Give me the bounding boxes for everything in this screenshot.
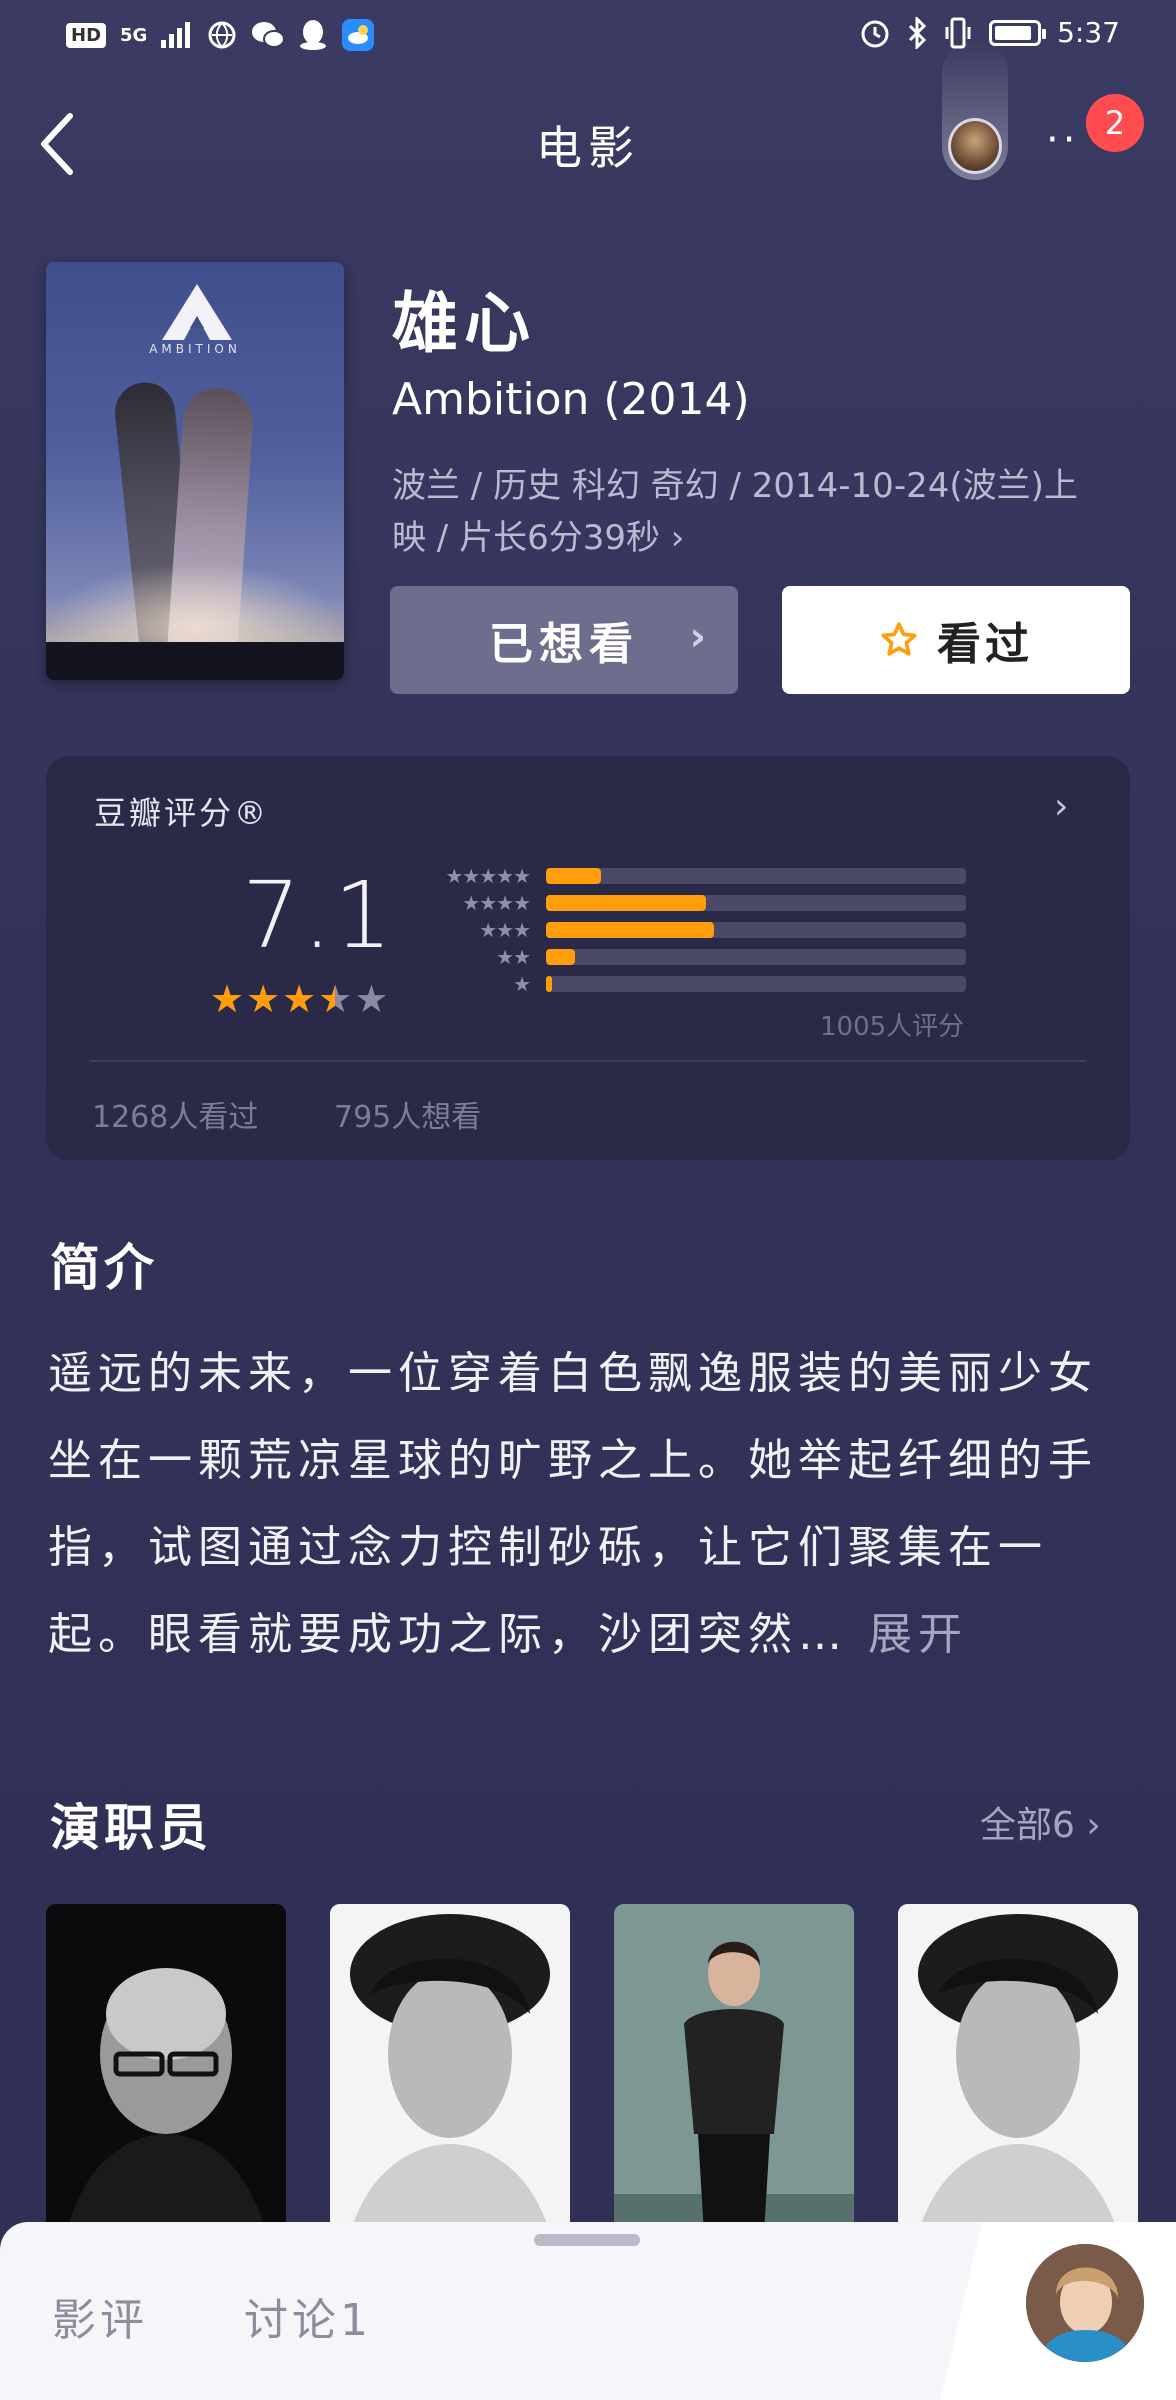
- ratings-count: 1005人评分: [820, 1012, 965, 1042]
- star-outline-icon: [881, 622, 917, 656]
- star-icon: ★: [354, 977, 389, 1021]
- movie-title-cn: 雄心: [392, 285, 536, 362]
- distribution-stars: ★: [513, 972, 531, 996]
- distribution-bar: [546, 949, 966, 965]
- star-icon: ★★: [282, 977, 317, 1021]
- notification-badge[interactable]: 2: [1086, 94, 1144, 152]
- person-portrait: [614, 1904, 854, 2234]
- hd-indicator: HD: [66, 22, 107, 48]
- tab-reviews[interactable]: 影评: [52, 2284, 148, 2348]
- distribution-stars: ★★: [496, 945, 531, 969]
- distribution-bar-fill: [546, 976, 553, 992]
- chevron-right-icon: ›: [689, 614, 712, 660]
- drag-handle[interactable]: [534, 2234, 640, 2246]
- status-left: HD 5G: [66, 18, 375, 52]
- seen-count[interactable]: 1268人看过: [92, 1092, 258, 1136]
- intro-text[interactable]: 遥远的未来，一位穿着白色飘逸服装的美丽少女坐在一颗荒凉星球的旷野之上。她举起纤细…: [48, 1330, 1124, 1678]
- distribution-stars: ★★★: [479, 918, 531, 942]
- poster-footer: [46, 642, 344, 680]
- person-portrait: [330, 1904, 570, 2234]
- person-portrait: [898, 1904, 1138, 2234]
- signal-icon: [161, 22, 191, 48]
- person-portrait: [1026, 2244, 1144, 2362]
- globe-icon: [208, 21, 236, 49]
- rating-stars: ★★★★★★★★★: [210, 980, 388, 1018]
- cast-photo[interactable]: [898, 1904, 1138, 2234]
- movie-title-en: Ambition (2014): [392, 374, 750, 425]
- cast-all-link[interactable]: 全部6 ›: [980, 1796, 1101, 1848]
- expand-link[interactable]: 展开: [868, 1609, 968, 1660]
- meta-line: 映 / 片长6分39秒 ›: [392, 518, 685, 558]
- clock: 5:37: [1057, 16, 1120, 49]
- seen-button-label: 看过: [937, 619, 1033, 670]
- cast-photo[interactable]: [614, 1904, 854, 2234]
- bluetooth-icon: [909, 16, 927, 49]
- poster-dust: [46, 562, 344, 642]
- distribution-stars: ★★★★★: [445, 864, 531, 888]
- tab-discussion[interactable]: 讨论1: [244, 2284, 372, 2348]
- movie-poster[interactable]: AMBITION: [46, 262, 344, 680]
- battery-icon: [989, 19, 1047, 46]
- distribution-bar: [546, 895, 966, 911]
- person-portrait: [46, 1904, 286, 2234]
- rating-score: 7.1: [242, 862, 395, 969]
- distribution-bar: [546, 922, 966, 938]
- distribution-bar: [546, 976, 966, 992]
- alarm-icon: [861, 20, 889, 47]
- cast-photo[interactable]: [46, 1904, 286, 2234]
- floating-avatar[interactable]: [1026, 2244, 1144, 2362]
- meta-line: 波兰 / 历史 科幻 奇幻 / 2014-10-24(波兰)上: [392, 466, 1078, 506]
- poster-title: AMBITION: [149, 342, 241, 356]
- want-button[interactable]: 已想看 ›: [390, 586, 738, 694]
- user-avatar[interactable]: [948, 118, 1002, 174]
- distribution-stars: ★★★★: [462, 891, 531, 915]
- rating-label: 豆瓣评分®: [94, 794, 270, 832]
- weather-icon: [342, 19, 375, 51]
- star-icon: ★★: [318, 977, 353, 1021]
- poster-logo-icon: [162, 284, 232, 340]
- distribution-bar-fill: [546, 868, 601, 884]
- want-button-label: 已想看: [489, 619, 639, 670]
- star-icon: ★★: [246, 977, 281, 1021]
- divider: [90, 1060, 1086, 1062]
- distribution-bar-fill: [546, 922, 714, 938]
- distribution-bar: [546, 868, 966, 884]
- network-label: 5G: [120, 24, 148, 46]
- distribution-bar-fill: [546, 895, 706, 911]
- want-count[interactable]: 795人想看: [334, 1092, 481, 1136]
- distribution-bar-fill: [546, 949, 576, 965]
- cast-photo[interactable]: [330, 1904, 570, 2234]
- more-icon[interactable]: ··: [1046, 120, 1079, 160]
- seen-button[interactable]: 看过: [782, 586, 1130, 694]
- chevron-right-icon[interactable]: ›: [1054, 786, 1068, 827]
- movie-meta[interactable]: 波兰 / 历史 科幻 奇幻 / 2014-10-24(波兰)上 映 / 片长6分…: [392, 460, 1112, 564]
- wechat-icon: [252, 22, 286, 48]
- cast-title: 演职员: [50, 1799, 212, 1857]
- qq-icon: [300, 20, 327, 50]
- star-icon: ★★: [210, 977, 245, 1021]
- intro-title: 简介: [50, 1239, 158, 1297]
